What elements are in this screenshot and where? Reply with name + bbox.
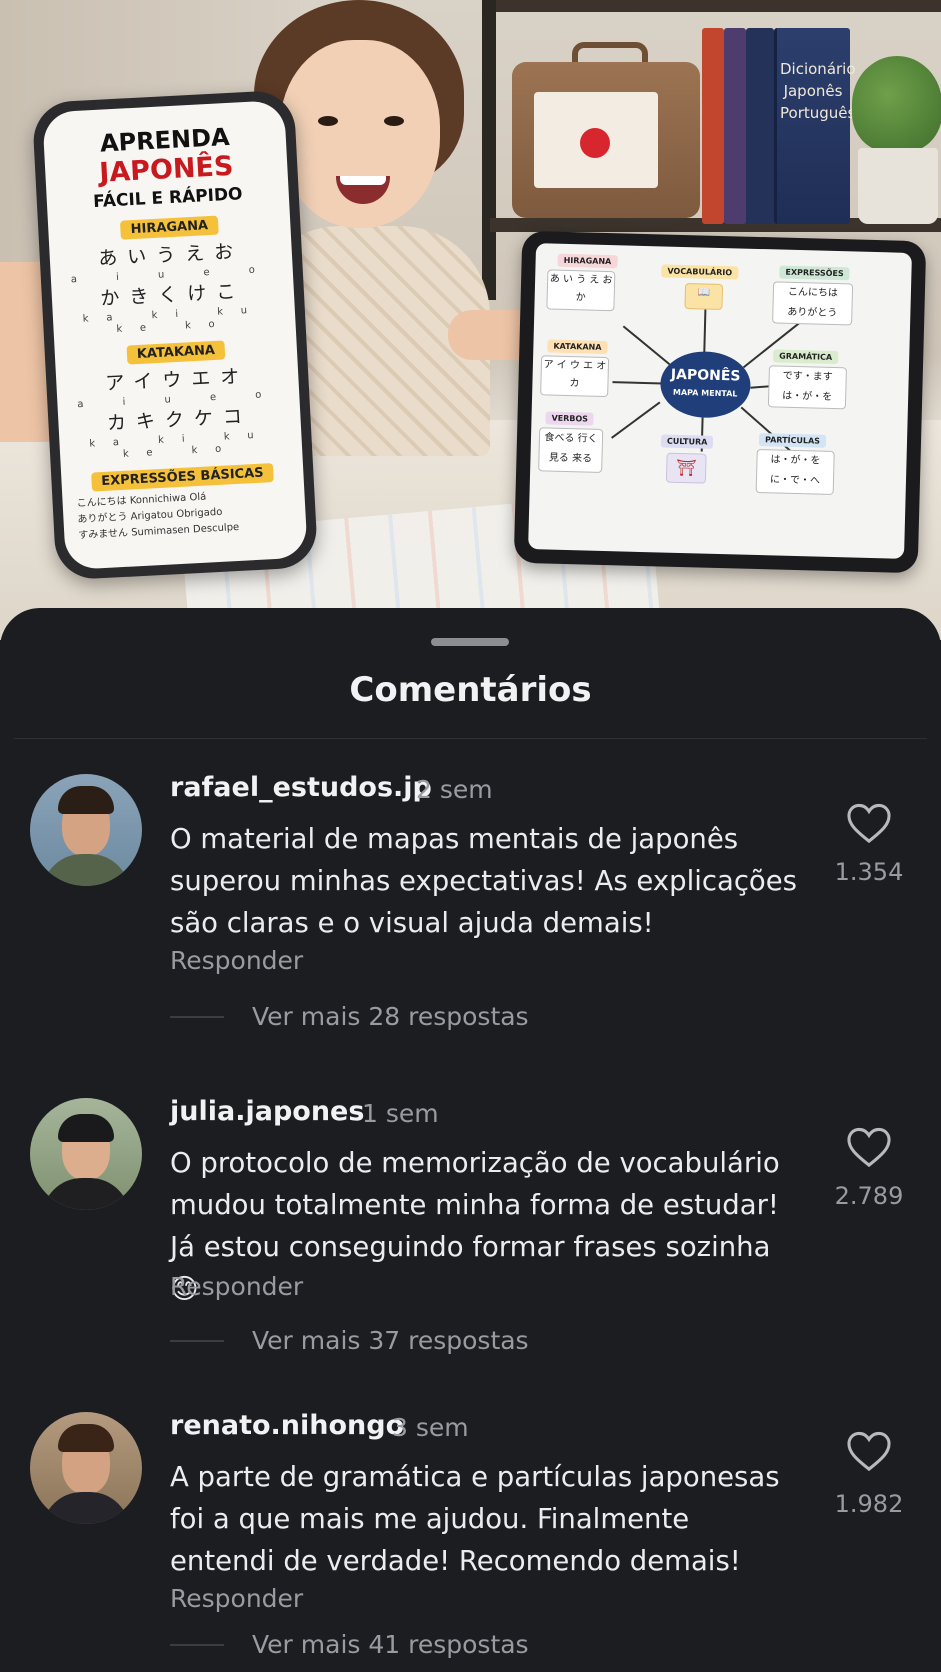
heart-outline-icon[interactable] [846, 1430, 892, 1472]
katakana-tag: KATAKANA [126, 340, 226, 365]
gramatica-item: は・が・を [782, 390, 833, 403]
avatar[interactable] [30, 1098, 142, 1210]
drag-handle-icon[interactable] [431, 638, 509, 646]
node-vocabulario: VOCABULÁRIO [661, 264, 739, 280]
node-gramatica-box: です・ます は・が・を [767, 365, 847, 410]
mind-map: JAPONÊS MAPA MENTAL HIRAGANA あ い う え お か… [528, 243, 912, 559]
replies-line [170, 1016, 224, 1018]
heart-outline-icon[interactable] [846, 1126, 892, 1168]
book [724, 28, 746, 224]
particulas-item: は・が・を [770, 454, 821, 467]
japan-flag-sun [580, 128, 610, 158]
node-cultura: CULTURA [660, 434, 714, 449]
comment-text: O material de mapas mentais de japonês s… [170, 823, 798, 939]
particulas-item: に・で・へ [769, 474, 821, 487]
heart-outline-icon[interactable] [846, 802, 892, 844]
avatar[interactable] [30, 774, 142, 886]
node-hiragana-box: あ い う え お か [546, 269, 616, 312]
reply-button[interactable]: Responder [170, 1584, 303, 1613]
shelf-post [482, 0, 496, 300]
mind-map-line [623, 325, 671, 365]
node-gramatica: GRAMÁTICA [773, 349, 839, 365]
plant [852, 56, 941, 152]
node-katakana-box: ア イ ウ エ オ カ [540, 355, 610, 398]
node-expressoes-box: こんにちは ありがとう [772, 281, 854, 326]
comment-time: 2 sem [416, 775, 493, 804]
view-replies-button[interactable]: Ver mais 37 respostas [252, 1326, 529, 1355]
comment-username[interactable]: renato.nihongo [170, 1410, 404, 1441]
expressoes-item: ありがとう [787, 306, 838, 320]
book [746, 28, 774, 224]
gramatica-item: です・ます [782, 370, 833, 383]
plant-pot [858, 148, 938, 224]
node-particulas: PARTÍCULAS [758, 433, 827, 448]
avatar[interactable] [30, 1412, 142, 1524]
torii-icon: ⛩ [665, 452, 707, 484]
view-replies-button[interactable]: Ver mais 41 respostas [252, 1630, 529, 1659]
node-verbos-box: 食べる 行く 見る 来る [538, 427, 604, 473]
node-expressoes: EXPRESSÕES [779, 265, 850, 281]
mind-map-center-subtitle: MAPA MENTAL [672, 387, 738, 399]
shelf-top [490, 0, 941, 12]
book-icon: 📖 [684, 283, 724, 311]
expressions-tag: EXPRESSÕES BÁSICAS [90, 463, 275, 492]
comments-sheet: Comentários rafael_estudos.jp 2 sem O ma… [0, 608, 941, 1672]
mind-map-center: JAPONÊS MAPA MENTAL [659, 350, 752, 419]
node-katakana: KATAKANA [547, 339, 608, 355]
tablet-mockup: JAPONÊS MAPA MENTAL HIRAGANA あ い う え お か… [513, 230, 927, 574]
hiragana-tag: HIRAGANA [120, 215, 219, 240]
phone-mockup: APRENDA JAPONÊS FÁCIL E RÁPIDO HIRAGANA … [31, 89, 319, 581]
woman-eye [318, 116, 338, 126]
like-count: 1.354 [834, 858, 904, 886]
reply-button[interactable]: Responder [170, 946, 303, 975]
mind-map-line [611, 401, 661, 439]
like-count: 2.789 [834, 1182, 904, 1210]
mind-map-line [703, 309, 707, 354]
expressoes-item: こんにちは [787, 286, 839, 300]
replies-line [170, 1644, 224, 1646]
node-particulas-box: は・が・を に・で・へ [755, 448, 835, 496]
comment-time: 3 sem [392, 1413, 469, 1442]
node-verbos: VERBOS [545, 411, 595, 426]
woman-teeth [340, 176, 386, 185]
hero-image: Dicionário Japonês Português APRENDA JAP… [0, 0, 941, 640]
comment-username[interactable]: rafael_estudos.jp [170, 772, 432, 803]
dictionary-title: Dicionário Japonês Português [780, 60, 856, 122]
sheet-title: Comentários [349, 670, 592, 710]
like-count: 1.982 [834, 1490, 904, 1518]
reply-button[interactable]: Responder [170, 1272, 303, 1301]
replies-line [170, 1340, 224, 1342]
view-replies-button[interactable]: Ver mais 28 respostas [252, 1002, 529, 1031]
phone-screen: APRENDA JAPONÊS FÁCIL E RÁPIDO HIRAGANA … [42, 99, 308, 571]
woman-eye [384, 116, 404, 126]
comment-text: A parte de gramática e partículas japone… [170, 1461, 780, 1577]
mind-map-line [740, 406, 795, 455]
mind-map-line [612, 381, 663, 384]
divider [14, 738, 927, 739]
comment-username[interactable]: julia.japones [170, 1096, 364, 1127]
comment-time: 1 sem [362, 1099, 439, 1128]
mind-map-center-title: JAPONÊS [670, 366, 741, 385]
node-hiragana: HIRAGANA [557, 253, 618, 269]
book [702, 28, 724, 224]
